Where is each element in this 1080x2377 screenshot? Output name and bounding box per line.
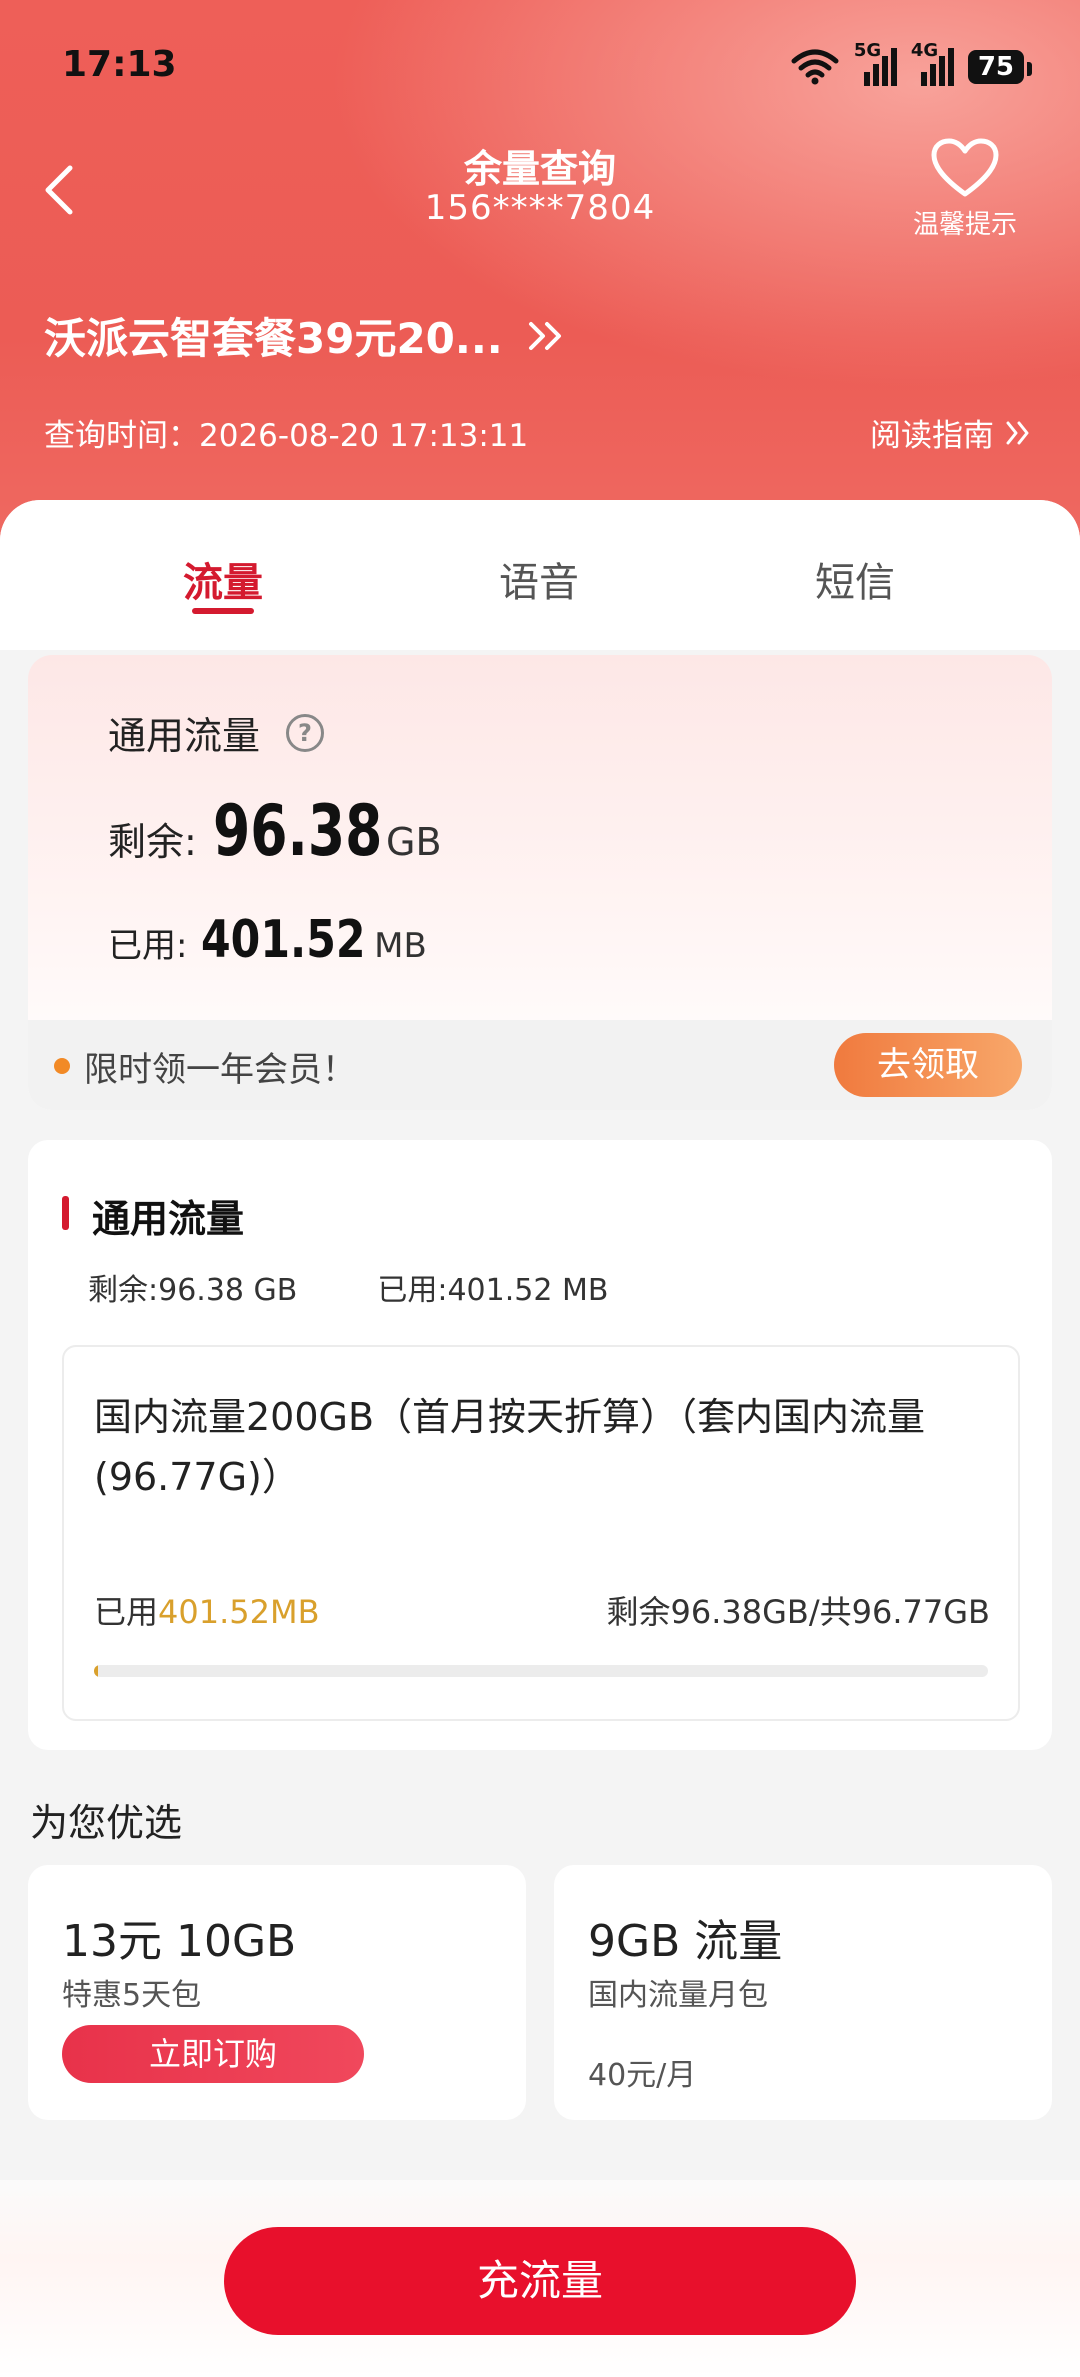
tab-data[interactable]: 流量 <box>123 550 323 608</box>
signal-5g-icon: 5G <box>854 40 897 86</box>
plan-name: 沃派云智套餐39元20... <box>44 314 503 363</box>
package-description: 国内流量200GB（首月按天折算）（套内国内流量(96.77G)） <box>94 1395 926 1499</box>
detail-stats: 剩余:96.38 GB 已用:401.52 MB <box>88 1265 608 1309</box>
signal-4g-icon: 4G <box>911 40 954 86</box>
claim-button[interactable]: 去领取 <box>834 1033 1022 1097</box>
package-used-amount: 401.52MB <box>158 1593 320 1631</box>
net-4g-label: 4G <box>910 40 939 61</box>
status-time: 17:13 <box>62 44 177 85</box>
help-icon[interactable]: ? <box>286 713 325 752</box>
wifi-icon <box>791 49 839 85</box>
promo-banner: 限时领一年会员！ 去领取 <box>28 1020 1052 1110</box>
package-used: 已用401.52MB <box>94 1587 320 1633</box>
remaining-unit: GB <box>386 820 442 864</box>
guide-label: 阅读指南 <box>870 418 994 454</box>
net-5g-label: 5G <box>853 40 882 61</box>
package-item: 国内流量200GB（首月按天折算）（套内国内流量(96.77G)） 已用401.… <box>62 1345 1020 1721</box>
detail-title: 通用流量 <box>92 1197 245 1241</box>
double-chevron-right-icon <box>528 321 561 350</box>
reading-guide-link[interactable]: 阅读指南 <box>870 410 1034 455</box>
heart-icon <box>931 138 999 197</box>
battery-icon: 75 <box>967 50 1033 84</box>
usage-progress-fill <box>94 1665 98 1677</box>
offer-subtitle: 特惠5天包 <box>62 1978 202 2013</box>
bottom-action-bar: 充流量 <box>0 2180 1080 2377</box>
package-used-prefix: 已用 <box>94 1593 159 1631</box>
used-row: 已用: 401.52 MB <box>108 910 427 970</box>
buy-now-button[interactable]: 立即订购 <box>62 2025 364 2083</box>
double-chevron-right-icon <box>1006 421 1029 444</box>
package-remaining: 剩余96.38GB/共96.77GB <box>606 1593 990 1631</box>
recommend-title: 为您优选 <box>30 1801 183 1845</box>
plan-selector[interactable]: 沃派云智套餐39元20... <box>44 305 569 366</box>
remaining-row: 剩余: 96.38 GB <box>108 790 442 872</box>
tips-label: 温馨提示 <box>912 210 1017 240</box>
header: 17:13 5G 4G 75 余量查询 156****7804 温馨提示 沃派云… <box>0 0 1080 560</box>
tab-bar: 流量 语音 短信 <box>0 500 1080 650</box>
offer-subtitle: 国内流量月包 <box>588 1978 768 2013</box>
remaining-label: 剩余: <box>108 820 197 864</box>
main-content: 流量 语音 短信 通用流量 ? 剩余: 96.38 GB 已用: 401.52 … <box>0 500 1080 2377</box>
tips-button[interactable]: 温馨提示 <box>900 138 1030 241</box>
recharge-data-button[interactable]: 充流量 <box>224 2227 856 2335</box>
status-bar: 17:13 5G 4G 75 <box>0 0 1080 140</box>
promo-text: 限时领一年会员！ <box>84 1050 356 1090</box>
section-accent-bar <box>62 1196 69 1230</box>
tab-voice[interactable]: 语音 <box>439 550 639 608</box>
usage-progress-bar <box>94 1665 988 1677</box>
status-icons: 5G 4G 75 <box>790 40 1033 86</box>
usage-title: 通用流量 <box>108 714 261 758</box>
used-label: 已用: <box>108 926 188 966</box>
usage-summary-card: 通用流量 ? 剩余: 96.38 GB 已用: 401.52 MB 限时领一年会… <box>28 655 1052 1110</box>
offer-title: 9GB 流量 <box>588 1916 783 1967</box>
detail-remaining: 剩余:96.38 GB <box>88 1273 298 1308</box>
offer-price: 40元/月 <box>588 2058 697 2093</box>
usage-title-row: 通用流量 ? <box>108 705 325 760</box>
offer-title: 13元 10GB <box>62 1916 297 1967</box>
offer-card-2[interactable]: 9GB 流量 国内流量月包 40元/月 <box>554 1865 1052 2120</box>
data-detail-card: 通用流量 剩余:96.38 GB 已用:401.52 MB 国内流量200GB（… <box>28 1140 1052 1750</box>
remaining-value: 96.38 <box>212 790 383 872</box>
offer-card-1[interactable]: 13元 10GB 特惠5天包 立即订购 <box>28 1865 526 2120</box>
promo-dot <box>54 1058 70 1074</box>
query-time: 查询时间：2026-08-20 17:13:11 <box>44 418 529 454</box>
used-unit: MB <box>374 926 427 966</box>
tab-indicator <box>192 608 254 614</box>
detail-used: 已用:401.52 MB <box>377 1273 609 1308</box>
used-value: 401.52 <box>201 910 367 970</box>
tab-sms[interactable]: 短信 <box>755 550 955 608</box>
